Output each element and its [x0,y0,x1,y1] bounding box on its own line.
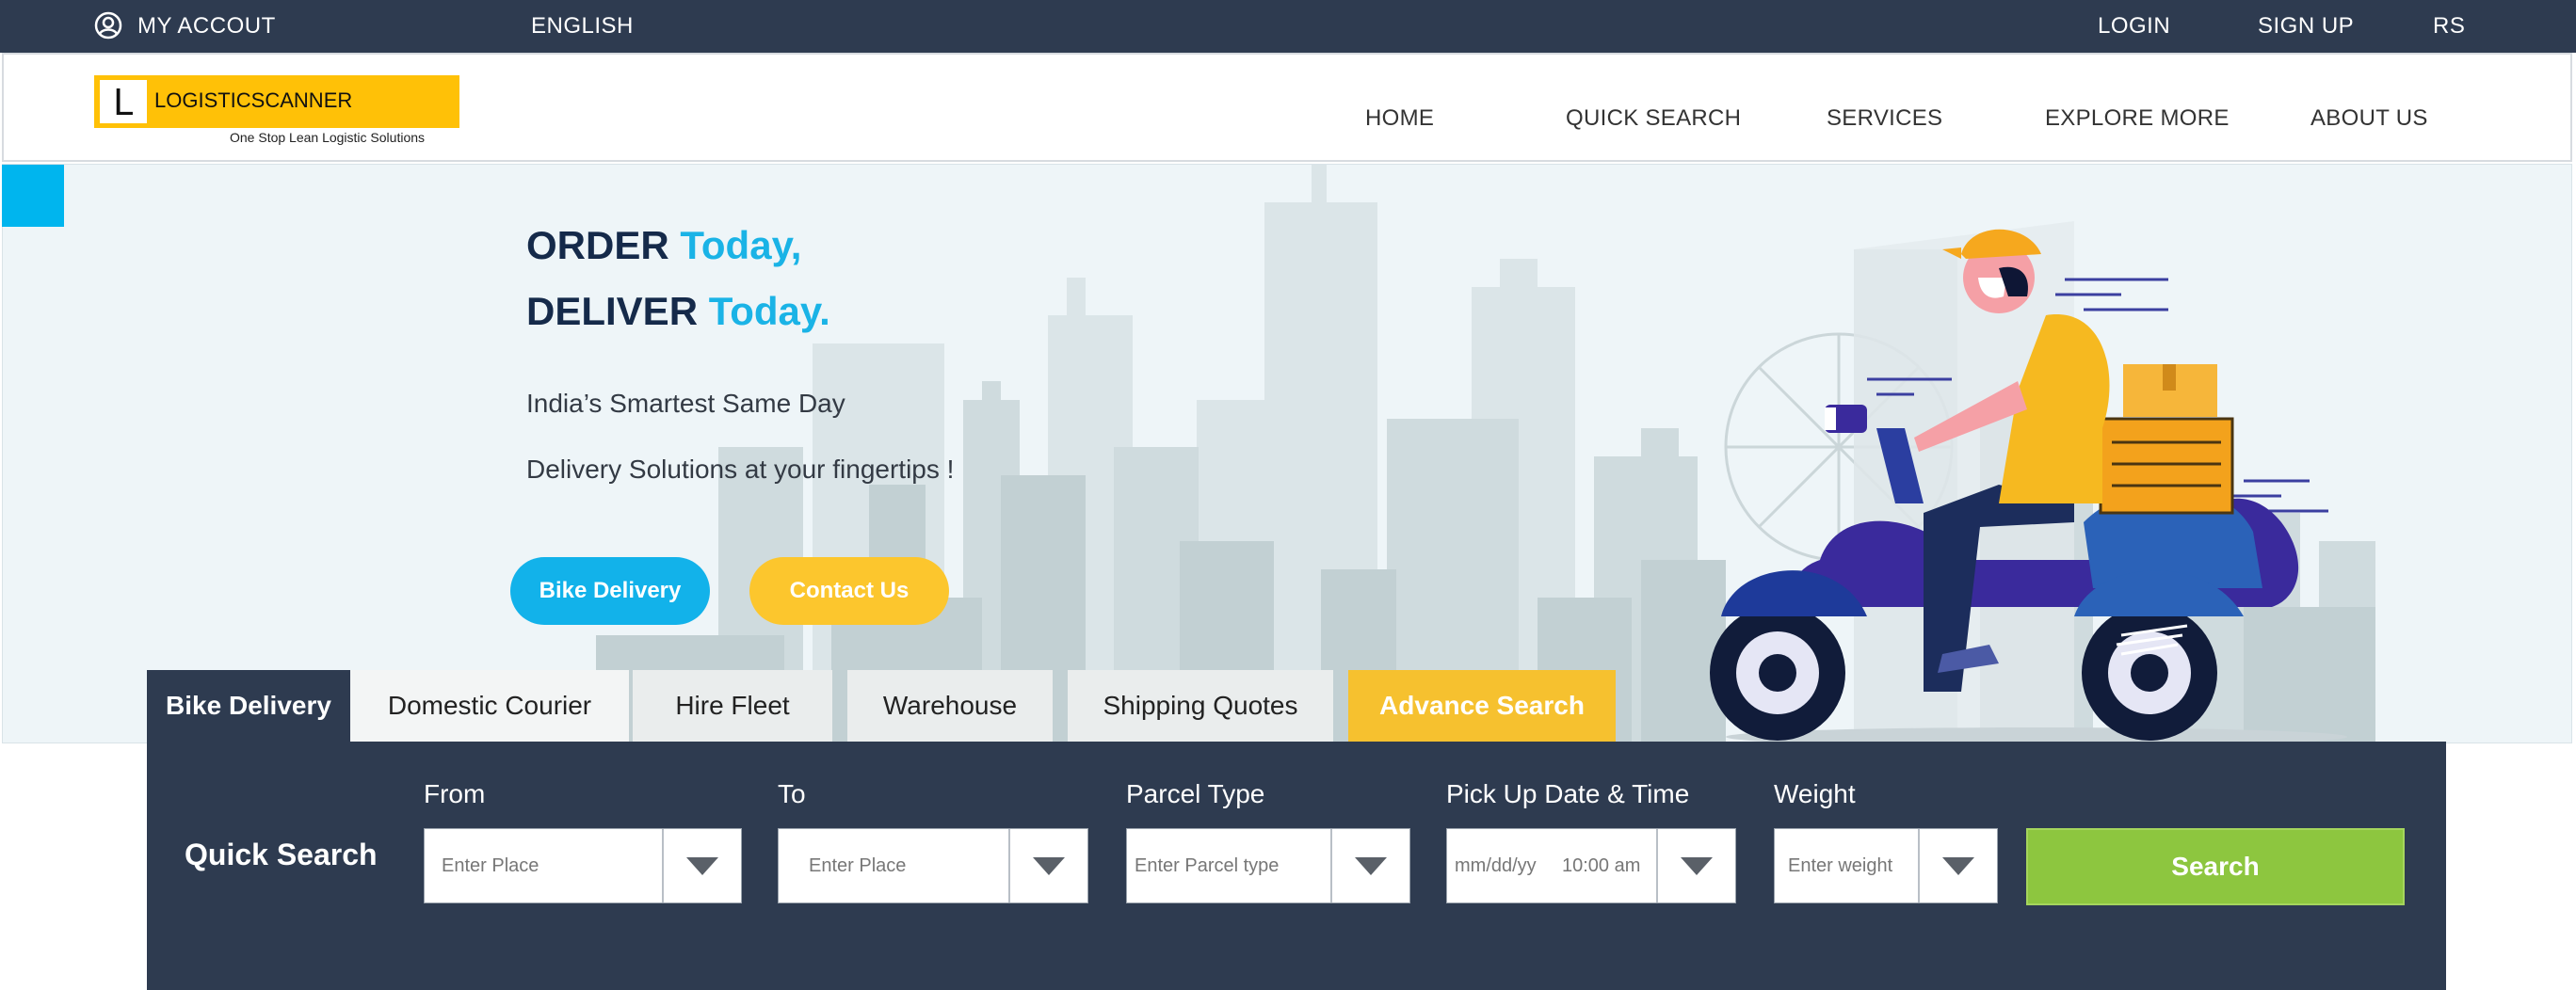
weight-field[interactable]: Enter weight [1774,828,1998,903]
logo-letter: L [113,82,134,123]
tab-hire-fleet[interactable]: Hire Fleet [633,670,832,742]
hero-headline-line2: DELIVER Today. [526,289,830,334]
parcel-type-dropdown-button[interactable] [1330,829,1409,902]
parcel-type-label: Parcel Type [1126,779,1265,808]
time-placeholder: 10:00 am [1562,855,1641,876]
logo-name: LOGISTICSCANNER [154,88,353,112]
hero-headline-line2-accent: Today. [708,289,830,333]
hero-headline-line1-text: ORDER [526,223,681,267]
logo-tagline: One Stop Lean Logistic Solutions [230,130,426,145]
logo-mark: L [100,80,147,123]
language-selector[interactable]: ENGLISH [531,0,634,53]
hero-banner: ORDER Today, DELIVER Today. India’s Smar… [2,164,2572,743]
signup-link[interactable]: SIGN UP [2258,0,2354,53]
from-label: From [424,779,486,808]
chevron-down-icon [1942,857,1974,875]
hero-headline-line2-text: DELIVER [526,289,709,333]
currency-selector[interactable]: RS [2433,0,2465,53]
chevron-down-icon [1033,857,1065,875]
chevron-down-icon [1355,857,1387,875]
tab-domestic-courier[interactable]: Domestic Courier [350,670,629,742]
nav-quick-search[interactable]: QUICK SEARCH [1566,102,1741,136]
hero-subtitle-line2: Delivery Solutions at your fingertips ! [526,455,955,484]
nav-services[interactable]: SERVICES [1827,102,1942,136]
chevron-down-icon [1681,857,1713,875]
nav-explore-more[interactable]: EXPLORE MORE [2045,102,2230,136]
to-dropdown-button[interactable] [1008,829,1087,902]
site-logo[interactable]: L LOGISTICSCANNER [94,75,459,128]
tab-advance-search[interactable]: Advance Search [1348,670,1616,742]
weight-placeholder: Enter weight [1788,855,1893,876]
contact-us-button[interactable]: Contact Us [749,557,949,625]
weight-dropdown-button[interactable] [1918,829,1997,902]
search-button[interactable]: Search [2026,828,2405,905]
weight-label: Weight [1774,779,1856,808]
bike-delivery-button[interactable]: Bike Delivery [510,557,710,625]
top-bar: MY ACCOUT ENGLISH LOGIN SIGN UP RS [0,0,2576,53]
pickup-dropdown-button[interactable] [1656,829,1735,902]
to-label: To [778,779,806,808]
tab-shipping-quotes[interactable]: Shipping Quotes [1068,670,1333,742]
hero-headline-line1: ORDER Today, [526,223,801,268]
to-field[interactable]: Enter Place [778,828,1088,903]
to-placeholder: Enter Place [809,855,907,876]
quick-search-title: Quick Search [185,838,378,871]
my-account-link[interactable]: MY ACCOUT [137,0,276,53]
from-dropdown-button[interactable] [662,829,741,902]
from-placeholder: Enter Place [442,855,539,876]
blue-corner-marker [2,165,64,227]
login-link[interactable]: LOGIN [2098,0,2170,53]
tab-warehouse[interactable]: Warehouse [847,670,1053,742]
chevron-down-icon [686,857,718,875]
nav-home[interactable]: HOME [1365,102,1434,136]
hero-subtitle-line1: India’s Smartest Same Day [526,389,845,418]
from-field[interactable]: Enter Place [424,828,742,903]
user-account-icon[interactable] [94,11,122,40]
hero-headline-line1-accent: Today, [680,223,802,267]
date-placeholder: mm/dd/yy [1455,855,1537,876]
parcel-type-field[interactable]: Enter Parcel type [1126,828,1410,903]
delivery-rider-illustration [1710,229,2347,742]
nav-about-us[interactable]: ABOUT US [2310,102,2428,136]
parcel-type-placeholder: Enter Parcel type [1135,855,1280,876]
pickup-datetime-label: Pick Up Date & Time [1446,779,1690,808]
pickup-datetime-field[interactable]: mm/dd/yy 10:00 am [1446,828,1736,903]
tab-bike-delivery[interactable]: Bike Delivery [147,670,350,742]
